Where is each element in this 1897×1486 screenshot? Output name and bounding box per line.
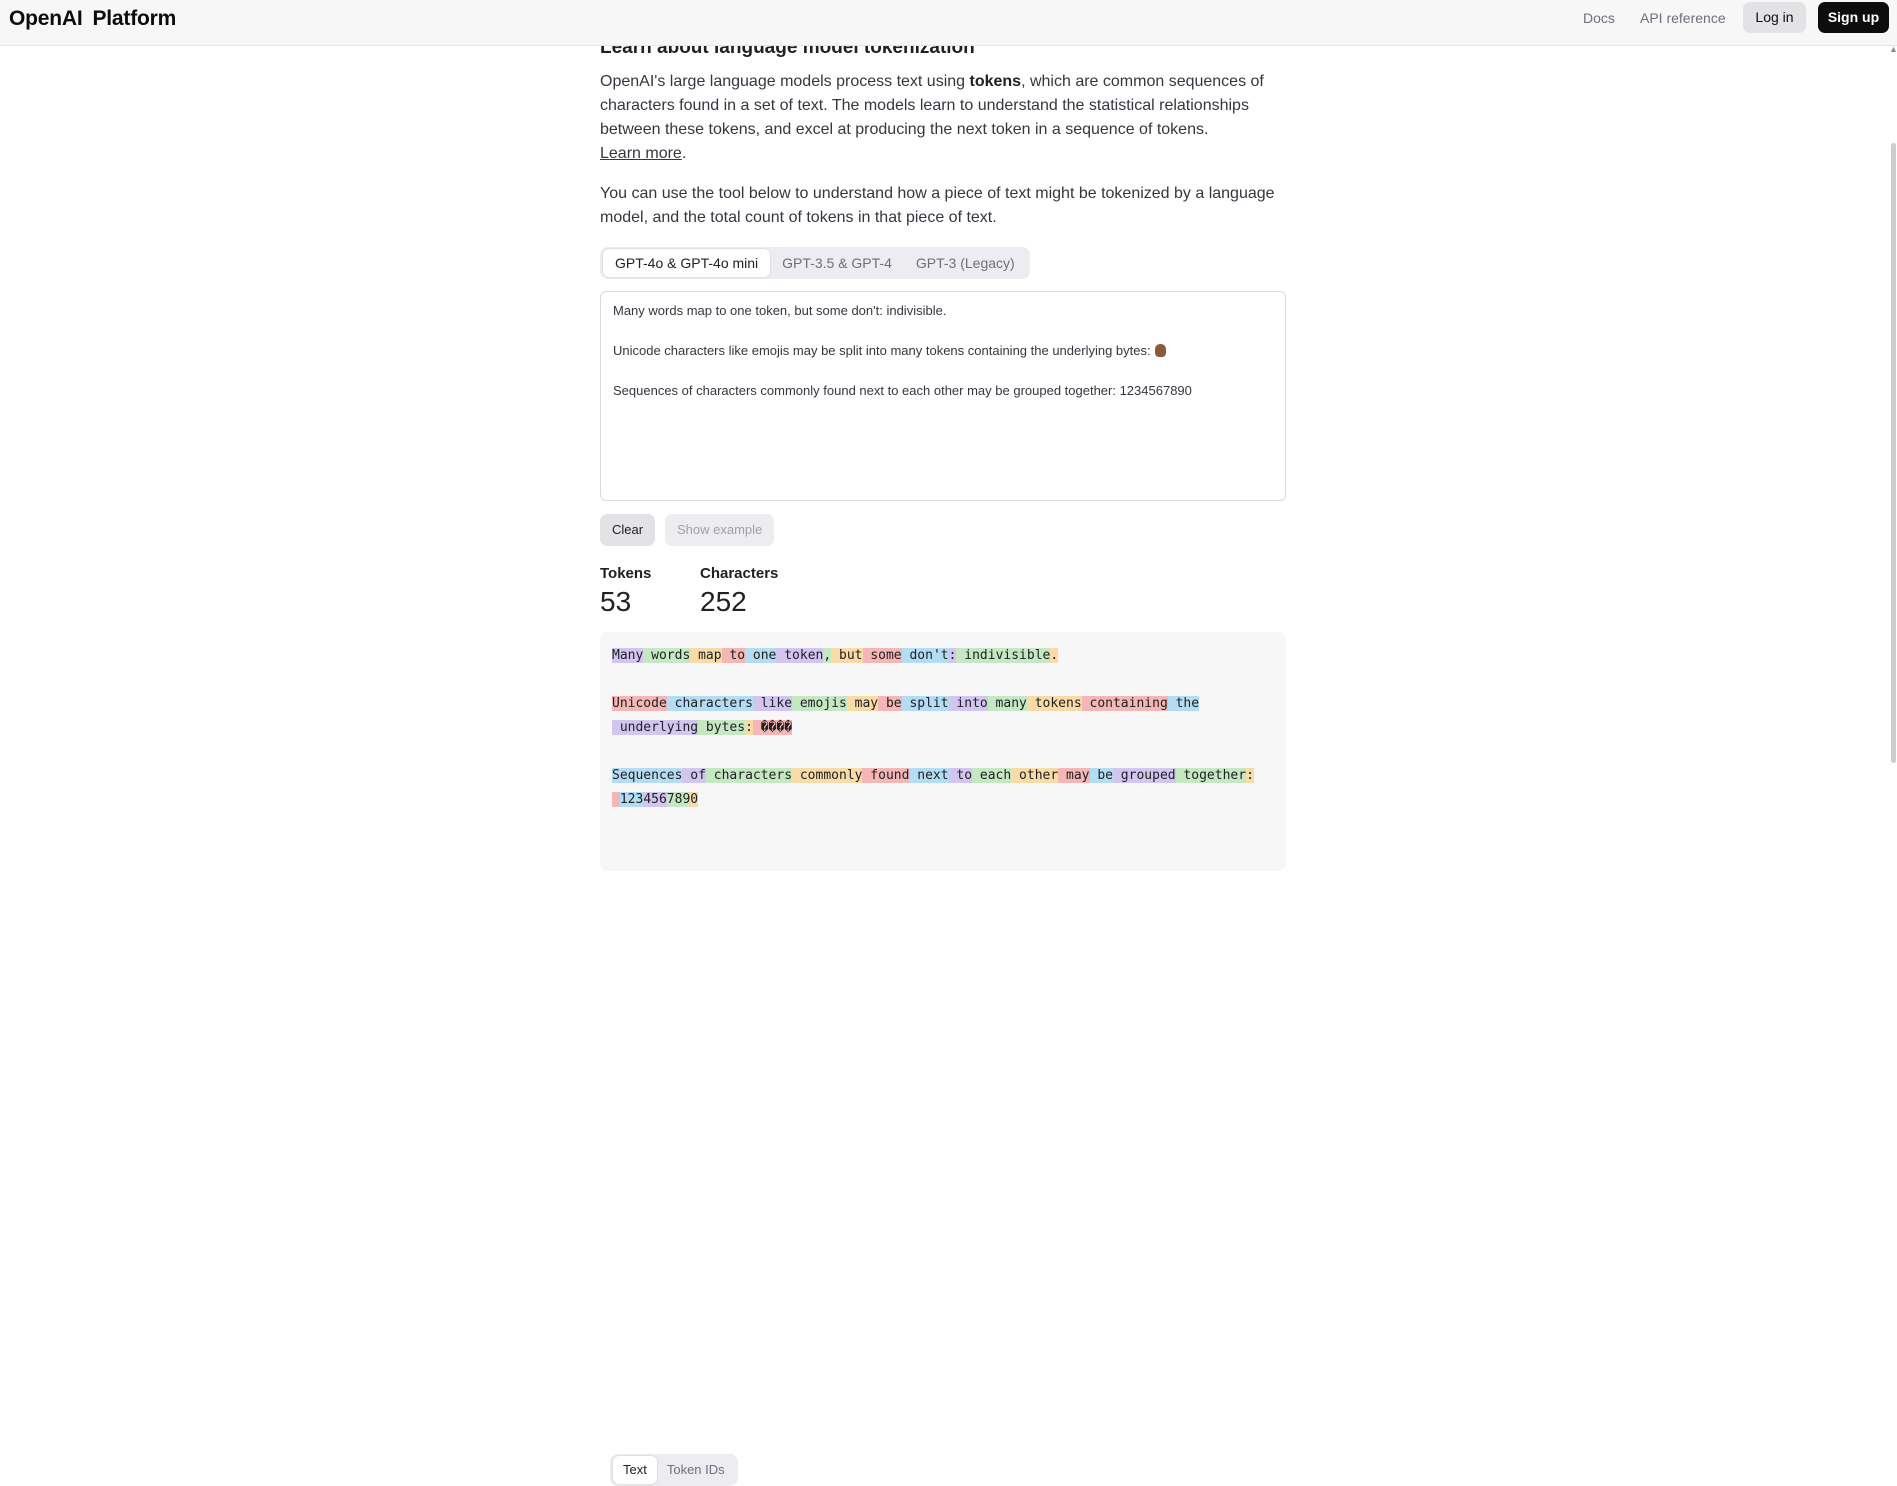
token: together	[1175, 768, 1247, 783]
token-lines: Many words map to one token, but some do…	[612, 644, 1282, 812]
characters-label: Characters	[700, 565, 779, 582]
token-line-gap	[612, 740, 1282, 764]
nav-docs-link[interactable]: Docs	[1583, 10, 1615, 26]
token: to	[948, 768, 973, 783]
tab-gpt-3-legacy[interactable]: GPT-3 (Legacy)	[904, 249, 1027, 277]
token-line: 1234567890	[612, 788, 1282, 812]
token: into	[948, 696, 988, 711]
tab-token-ids[interactable]: Token IDs	[657, 1456, 735, 1484]
model-tabs: GPT-4o & GPT-4o mini GPT-3.5 & GPT-4 GPT…	[600, 247, 1030, 279]
token: like	[752, 696, 793, 711]
token: found	[862, 768, 910, 783]
token: ,	[823, 648, 832, 663]
tool-intro-paragraph: You can use the tool below to understand…	[600, 185, 1275, 226]
tab-gpt-3-5-gpt-4[interactable]: GPT-3.5 & GPT-4	[770, 249, 904, 277]
token: may	[846, 696, 879, 711]
token: underlying	[612, 720, 699, 735]
clear-button[interactable]: Clear	[600, 514, 656, 546]
token-line: Sequences of characters commonly found n…	[612, 764, 1282, 788]
brand-logo[interactable]: OpenAI Platform	[9, 7, 176, 31]
token: :	[745, 720, 753, 735]
token: split	[901, 696, 949, 711]
token-line: Unicode characters like emojis may be sp…	[612, 692, 1282, 716]
show-example-button[interactable]: Show example	[665, 514, 775, 546]
token-line: underlying bytes: ����	[612, 716, 1282, 740]
token: be	[1089, 768, 1113, 783]
token: 123	[619, 792, 644, 807]
view-tabs: Text Token IDs	[610, 1454, 738, 1486]
token: map	[690, 648, 722, 663]
token: other	[1011, 768, 1059, 783]
tab-gpt-4o[interactable]: GPT-4o & GPT-4o mini	[603, 249, 771, 277]
token: the	[1167, 696, 1200, 711]
token: tokens	[1026, 696, 1082, 711]
characters-count: 252	[700, 586, 747, 617]
token: Sequences	[612, 768, 683, 783]
login-button[interactable]: Log in	[1743, 2, 1806, 33]
tokenized-output: Many words map to one token, but some do…	[600, 632, 1286, 1486]
learn-more-link[interactable]: Learn more	[600, 145, 682, 162]
token: token	[776, 648, 824, 663]
signup-button[interactable]: Sign up	[1818, 2, 1889, 33]
intro-period: .	[681, 145, 687, 162]
tokens-count: 53	[600, 586, 632, 617]
token: characters	[705, 768, 793, 783]
brand-product: Platform	[92, 7, 177, 30]
input-line-2: Unicode characters like emojis may be sp…	[613, 341, 1273, 361]
token-line-gap	[612, 668, 1282, 692]
token: commonly	[792, 768, 863, 783]
input-line-2-text: Unicode characters like emojis may be sp…	[613, 343, 1151, 358]
token: indivisible	[956, 648, 1051, 663]
token: some	[862, 648, 902, 663]
token: of	[682, 768, 706, 783]
raised-hand-emoji-icon	[1154, 344, 1166, 357]
token: .	[1050, 648, 1059, 663]
token	[612, 792, 620, 807]
token: but	[831, 648, 863, 663]
text-input[interactable]: Many words map to one token, but some do…	[600, 291, 1286, 501]
token: each	[972, 768, 1012, 783]
brand-name: OpenAI	[9, 7, 83, 30]
token: one	[745, 648, 777, 663]
token: ����	[752, 720, 793, 735]
token: 789	[666, 792, 691, 807]
token-line: Many words map to one token, but some do…	[612, 644, 1282, 668]
input-line-1: Many words map to one token, but some do…	[613, 303, 947, 318]
token: many	[987, 696, 1027, 711]
token: bytes	[698, 720, 746, 735]
nav-api-reference-link[interactable]: API reference	[1640, 10, 1726, 26]
token: 0	[690, 792, 699, 807]
intro-text-start: OpenAI's large language models process t…	[600, 73, 970, 90]
token: 456	[643, 792, 667, 807]
token: don't	[901, 648, 949, 663]
token: words	[643, 648, 691, 663]
scrollbar-thumb[interactable]	[1891, 143, 1896, 763]
input-line-3: Sequences of characters commonly found n…	[613, 383, 1192, 398]
tab-text[interactable]: Text	[613, 1456, 657, 1484]
token: Many	[612, 648, 644, 663]
token: to	[721, 648, 746, 663]
token: :	[1246, 768, 1254, 783]
intro-bold-tokens: tokens	[969, 73, 1022, 90]
token: characters	[666, 696, 753, 711]
token: grouped	[1112, 768, 1176, 783]
token: may	[1058, 768, 1090, 783]
tokens-label: Tokens	[600, 565, 652, 582]
token: be	[878, 696, 902, 711]
token: emojis	[792, 696, 847, 711]
top-bar: OpenAI Platform Docs API reference Log in…	[0, 0, 1897, 46]
token: next	[909, 768, 949, 783]
intro-paragraph: OpenAI's large language models process t…	[600, 70, 1300, 166]
token: containing	[1081, 696, 1168, 711]
token: Unicode	[612, 696, 667, 711]
